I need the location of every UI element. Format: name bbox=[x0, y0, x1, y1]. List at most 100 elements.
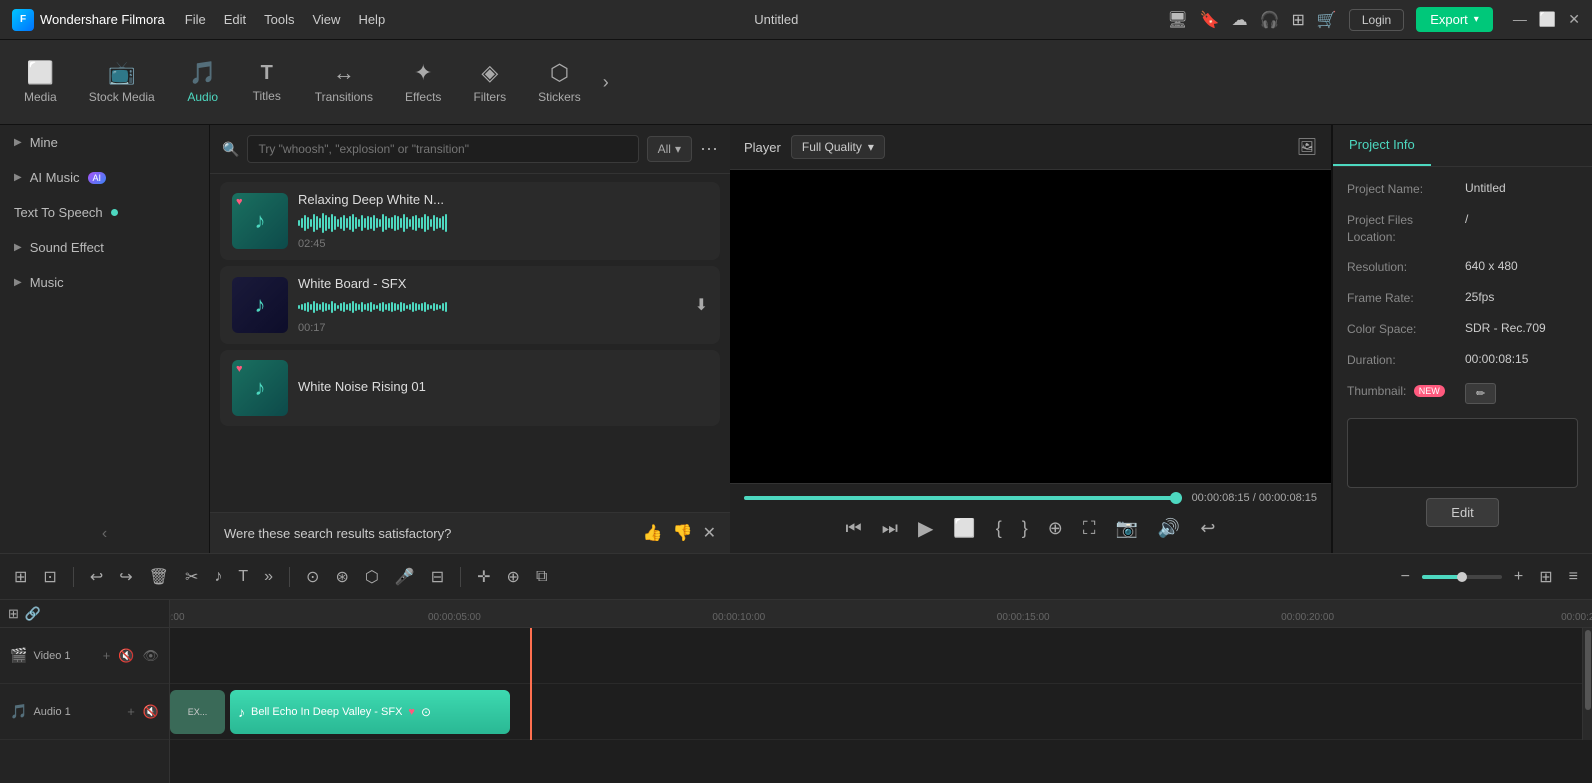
link-icon[interactable]: 🔗 bbox=[25, 606, 41, 622]
video1-controls: + 🔇 👁 bbox=[103, 648, 159, 664]
menu-view[interactable]: View bbox=[312, 12, 340, 27]
close-button[interactable]: ✕ bbox=[1568, 11, 1580, 28]
tl-magnet-icon[interactable]: ⊡ bbox=[39, 563, 60, 591]
video1-add-icon[interactable]: + bbox=[103, 648, 111, 663]
toolbar-titles[interactable]: T Titles bbox=[237, 54, 297, 111]
video1-mute-icon[interactable]: 🔇 bbox=[118, 648, 134, 664]
sidebar-item-mine[interactable]: ▶ Mine bbox=[0, 125, 209, 160]
sidebar-ai-music-label: AI Music bbox=[30, 170, 80, 185]
tl-delete-icon[interactable]: 🗑 bbox=[145, 563, 173, 591]
prev-frame-button[interactable]: ⏮ bbox=[842, 514, 866, 543]
thumbnail-edit-button[interactable]: ✏ bbox=[1465, 383, 1496, 404]
tl-audio-icon[interactable]: ♪ bbox=[210, 564, 226, 590]
audio-search-input[interactable] bbox=[247, 135, 638, 163]
tl-text-icon[interactable]: T bbox=[234, 564, 252, 590]
titles-icon: T bbox=[261, 62, 273, 85]
audio-card-2[interactable]: ♥ ♪ White Noise Rising 01 bbox=[220, 350, 720, 426]
tl-undo-icon[interactable]: ↩ bbox=[86, 563, 107, 591]
tl-settings-icon[interactable]: ≡ bbox=[1565, 564, 1582, 590]
thumbs-up-icon[interactable]: 👍 bbox=[643, 523, 663, 543]
tl-grid-icon[interactable]: ⊞ bbox=[1535, 563, 1556, 591]
add-track-row-icon[interactable]: ⊞ bbox=[8, 606, 19, 622]
step-back-button[interactable]: ⏭ bbox=[878, 514, 902, 543]
toolbar-stickers[interactable]: ⬡ Stickers bbox=[524, 52, 595, 112]
cart-icon[interactable]: 🛒 bbox=[1317, 10, 1337, 30]
tl-pip-icon[interactable]: ⧉ bbox=[532, 564, 551, 590]
crop-button[interactable]: ⬜ bbox=[949, 514, 979, 543]
more-options-button[interactable]: ⋯ bbox=[700, 139, 718, 160]
toolbar-filters-label: Filters bbox=[473, 90, 506, 104]
toolbar-filters[interactable]: ◈ Filters bbox=[459, 52, 520, 112]
toolbar-audio[interactable]: 🎵 Audio bbox=[173, 52, 233, 112]
zoom-in-icon[interactable]: + bbox=[1510, 564, 1527, 590]
zoom-track[interactable] bbox=[1422, 575, 1502, 579]
player-area: Player Full Quality ▾ 🖼 00:00:08:15 / bbox=[730, 125, 1332, 553]
tl-dissolve-icon[interactable]: ⊛ bbox=[331, 563, 352, 591]
menu-help[interactable]: Help bbox=[358, 12, 385, 27]
audio1-icon: 🎵 bbox=[10, 703, 27, 720]
volume-button[interactable]: 🔊 bbox=[1154, 514, 1184, 543]
tl-mic-icon[interactable]: 🎤 bbox=[391, 563, 419, 591]
menu-file[interactable]: File bbox=[185, 12, 206, 27]
tl-redo-icon[interactable]: ↪ bbox=[115, 563, 136, 591]
app-name: Wondershare Filmora bbox=[40, 12, 165, 27]
tl-more-icon[interactable]: » bbox=[260, 564, 277, 590]
toolbar-more-chevron[interactable]: › bbox=[603, 72, 609, 93]
sidebar-item-music[interactable]: ▶ Music bbox=[0, 265, 209, 300]
tl-shield-icon[interactable]: ⬡ bbox=[361, 563, 383, 591]
tl-split-icon[interactable]: ⊙ bbox=[302, 563, 323, 591]
video1-eye-icon[interactable]: 👁 bbox=[142, 648, 159, 664]
audio1-mute-icon[interactable]: 🔇 bbox=[143, 704, 159, 720]
audio-card-0[interactable]: ♥ ♪ Relaxing Deep White N... 02:45 bbox=[220, 182, 720, 260]
toolbar-transitions[interactable]: ↔ Transitions bbox=[301, 52, 387, 112]
snapshot-button[interactable]: 📷 bbox=[1112, 514, 1142, 543]
audio1-add-icon[interactable]: + bbox=[127, 704, 135, 719]
play-button[interactable]: ▶ bbox=[914, 512, 937, 545]
scrollbar-thumb[interactable] bbox=[1585, 630, 1591, 710]
filter-button[interactable]: All ▾ bbox=[647, 136, 692, 162]
timeline-scrollbar[interactable] bbox=[1582, 628, 1592, 740]
mark-out-button[interactable]: } bbox=[1018, 514, 1032, 543]
more-button[interactable]: ↩ bbox=[1196, 514, 1219, 543]
download-cloud-icon[interactable]: ☁ bbox=[1232, 10, 1248, 30]
bookmark-icon[interactable]: 🔖 bbox=[1200, 10, 1220, 30]
audio-clip-small[interactable]: EX... bbox=[170, 690, 225, 734]
audio-card-1[interactable]: ♪ White Board - SFX 00:17 ⬇ bbox=[220, 266, 720, 344]
feedback-close-button[interactable]: ✕ bbox=[703, 523, 716, 543]
tl-layout-icon[interactable]: ⊞ bbox=[10, 563, 31, 591]
menu-edit[interactable]: Edit bbox=[224, 12, 246, 27]
toolbar-media[interactable]: ⬜ Media bbox=[10, 52, 71, 112]
clip-button[interactable]: ⊕ bbox=[1044, 514, 1067, 543]
headphone-icon[interactable]: 🎧 bbox=[1260, 10, 1280, 30]
sidebar-collapse-button[interactable]: ‹ bbox=[0, 515, 209, 553]
edit-button[interactable]: Edit bbox=[1426, 498, 1498, 527]
login-button[interactable]: Login bbox=[1349, 9, 1404, 31]
download-icon-1[interactable]: ⬇ bbox=[695, 295, 708, 315]
sidebar-item-text-to-speech[interactable]: Text To Speech bbox=[0, 195, 209, 230]
tl-sticker-icon[interactable]: ⊕ bbox=[503, 563, 524, 591]
monitor-icon[interactable]: 🖥 bbox=[1167, 10, 1187, 30]
mark-in-button[interactable]: { bbox=[992, 514, 1006, 543]
toolbar-stock-media[interactable]: 📺 Stock Media bbox=[75, 52, 169, 112]
minimize-button[interactable]: — bbox=[1513, 11, 1527, 28]
tab-project-info[interactable]: Project Info bbox=[1333, 125, 1431, 166]
zoom-out-icon[interactable]: − bbox=[1397, 564, 1414, 590]
thumbs-down-icon[interactable]: 👎 bbox=[673, 523, 693, 543]
player-settings-icon[interactable]: 🖼 bbox=[1297, 137, 1317, 157]
grid-icon[interactable]: ⊞ bbox=[1292, 10, 1305, 30]
media-icon: ⬜ bbox=[27, 60, 54, 86]
quality-select[interactable]: Full Quality ▾ bbox=[791, 135, 885, 159]
toolbar-effects[interactable]: ✦ Effects bbox=[391, 52, 455, 112]
sidebar-item-ai-music[interactable]: ▶ AI Music AI bbox=[0, 160, 209, 195]
sidebar-sound-effect-label: Sound Effect bbox=[30, 240, 104, 255]
fullscreen-button[interactable]: ⛶ bbox=[1079, 514, 1100, 543]
tl-layers-icon[interactable]: ⊟ bbox=[427, 563, 448, 591]
maximize-button[interactable]: ⬜ bbox=[1539, 11, 1556, 28]
menu-tools[interactable]: Tools bbox=[264, 12, 294, 27]
export-button[interactable]: Export ▾ bbox=[1416, 7, 1493, 32]
tl-cut-icon[interactable]: ✂ bbox=[181, 563, 202, 591]
audio-clip-main[interactable]: ♪ Bell Echo In Deep Valley - SFX ♥ ⊙ bbox=[230, 690, 510, 734]
tl-snap-icon[interactable]: ✛ bbox=[473, 563, 494, 591]
progress-track[interactable] bbox=[744, 496, 1182, 500]
sidebar-item-sound-effect[interactable]: ▶ Sound Effect bbox=[0, 230, 209, 265]
